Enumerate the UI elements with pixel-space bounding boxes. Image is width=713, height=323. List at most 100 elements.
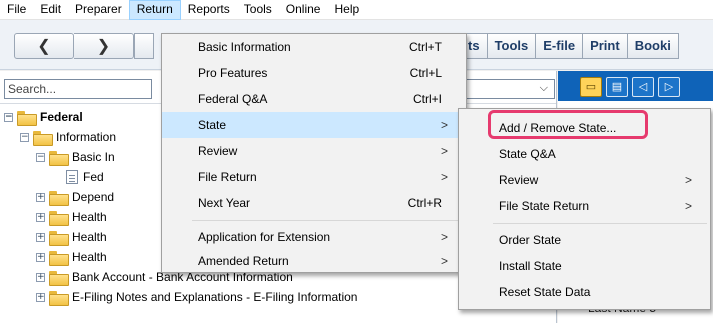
menu-item-state[interactable]: State > xyxy=(162,112,466,138)
menu-preparer[interactable]: Preparer xyxy=(68,0,129,20)
folder-icon xyxy=(49,190,69,206)
submenu-arrow-icon: > xyxy=(440,170,448,184)
tree-item-label: Health xyxy=(72,250,107,264)
folder-icon xyxy=(49,210,69,226)
expand-icon[interactable]: + xyxy=(36,192,45,202)
menu-item-label: Basic Information xyxy=(198,40,291,54)
tree-item-information[interactable]: − Information xyxy=(20,127,116,147)
next-button[interactable]: ▷ xyxy=(658,77,680,97)
page-view-button[interactable]: ▤ xyxy=(606,77,628,97)
menu-item-label: Review xyxy=(198,144,238,158)
toolbar-button-bookmarks[interactable]: Booki xyxy=(627,33,679,59)
menu-item-shortcut: Ctrl+T xyxy=(409,40,442,54)
expand-icon[interactable]: + xyxy=(36,292,45,302)
tree-item-label: Basic In xyxy=(72,150,115,164)
chevron-down-icon: ⌵ xyxy=(539,82,548,94)
forward-button[interactable]: ❯ xyxy=(74,33,134,59)
menu-separator xyxy=(192,220,462,221)
folder-icon xyxy=(33,130,53,146)
tree-item-label: Federal xyxy=(40,110,83,124)
folder-icon: ▭ xyxy=(585,81,597,93)
tree-item-health-2[interactable]: + Health xyxy=(36,227,107,247)
previous-button[interactable]: ◁ xyxy=(632,77,654,97)
tree-item-label: Health xyxy=(72,210,107,224)
callout-highlight xyxy=(488,110,648,139)
submenu-arrow-icon: > xyxy=(440,118,448,132)
menu-item-basic-information[interactable]: Basic Information Ctrl+T xyxy=(162,34,466,60)
menu-item-next-year[interactable]: Next Year Ctrl+R xyxy=(162,190,466,216)
menu-item-amended-return[interactable]: Amended Return > xyxy=(162,248,466,274)
tree-item-label: Depend xyxy=(72,190,115,204)
menu-item-shortcut: Ctrl+I xyxy=(412,92,442,106)
menu-item-shortcut: Ctrl+L xyxy=(409,66,442,80)
menu-online[interactable]: Online xyxy=(279,0,328,20)
folder-icon xyxy=(49,250,69,266)
collapse-icon[interactable]: − xyxy=(20,132,29,142)
menu-item-state-qa[interactable]: State Q&A xyxy=(459,141,710,167)
tree-item-efiling-notes[interactable]: + E-Filing Notes and Explanations - E-Fi… xyxy=(36,287,357,307)
expand-icon[interactable]: + xyxy=(36,272,45,282)
menu-item-file-state-return[interactable]: File State Return > xyxy=(459,193,710,219)
tree-item-fed-form[interactable]: Fed xyxy=(66,167,104,187)
menu-item-review[interactable]: Review > xyxy=(162,138,466,164)
menu-item-label: Next Year xyxy=(198,196,251,210)
tree-item-dependents[interactable]: + Depend xyxy=(36,187,114,207)
search-input[interactable]: Search... xyxy=(4,79,152,99)
menubar: File Edit Preparer Return Reports Tools … xyxy=(0,0,713,20)
menu-help[interactable]: Help xyxy=(327,0,366,20)
menu-edit[interactable]: Edit xyxy=(33,0,68,20)
expand-icon[interactable]: + xyxy=(36,232,45,242)
menu-return[interactable]: Return xyxy=(128,0,181,20)
menu-item-label: Application for Extension xyxy=(198,230,331,244)
tree-item-health-1[interactable]: + Health xyxy=(36,207,107,227)
collapse-icon[interactable]: − xyxy=(4,112,13,122)
toolbar-tabs: ts Tools E-file Print Booki xyxy=(460,33,679,59)
chevron-right-icon: ❯ xyxy=(96,38,111,55)
menu-file[interactable]: File xyxy=(0,0,33,20)
menu-item-state-review[interactable]: Review > xyxy=(459,167,710,193)
chevron-left-icon: ❮ xyxy=(37,38,51,55)
expand-icon[interactable]: + xyxy=(36,252,45,262)
menu-item-file-return[interactable]: File Return > xyxy=(162,164,466,190)
menu-item-label: Install State xyxy=(499,259,562,273)
menu-tools[interactable]: Tools xyxy=(237,0,279,20)
menu-item-label: Pro Features xyxy=(198,66,268,80)
tree-item-health-3[interactable]: + Health xyxy=(36,247,107,267)
menu-item-label: State xyxy=(198,118,227,132)
submenu-arrow-icon: > xyxy=(440,254,448,268)
menu-item-federal-qa[interactable]: Federal Q&A Ctrl+I xyxy=(162,86,466,112)
menu-item-label: Reset State Data xyxy=(499,285,591,299)
tree-item-basic-info[interactable]: − Basic In xyxy=(36,147,115,167)
nav-extra-button[interactable] xyxy=(134,33,154,59)
folder-icon xyxy=(49,270,69,286)
menu-item-application-for-extension[interactable]: Application for Extension > xyxy=(162,224,466,250)
menu-item-label: Federal Q&A xyxy=(198,92,268,106)
folder-view-button[interactable]: ▭ xyxy=(580,77,602,97)
menu-reports[interactable]: Reports xyxy=(181,0,237,20)
toolbar-button-efile[interactable]: E-file xyxy=(536,33,584,59)
menu-item-label: Amended Return xyxy=(198,254,289,268)
menu-item-label: File State Return xyxy=(499,199,590,213)
menu-item-order-state[interactable]: Order State xyxy=(459,227,710,253)
menu-item-pro-features[interactable]: Pro Features Ctrl+L xyxy=(162,60,466,86)
menu-item-reset-state-data[interactable]: Reset State Data xyxy=(459,279,710,305)
tree-item-label: E-Filing Notes and Explanations - E-Fili… xyxy=(72,290,358,304)
menu-separator xyxy=(493,223,707,224)
collapse-icon[interactable]: − xyxy=(36,152,45,162)
expand-icon[interactable]: + xyxy=(36,212,45,222)
tree-item-label: Health xyxy=(72,230,107,244)
menu-item-install-state[interactable]: Install State xyxy=(459,253,710,279)
tree-item-label: Fed xyxy=(83,170,104,184)
submenu-arrow-icon: > xyxy=(440,144,448,158)
document-icon xyxy=(66,170,78,184)
tree-item-federal[interactable]: − Federal xyxy=(4,107,83,127)
menu-item-label: File Return xyxy=(198,170,257,184)
back-button[interactable]: ❮ xyxy=(14,33,74,59)
menu-item-shortcut: Ctrl+R xyxy=(407,196,442,210)
toolbar-button-print[interactable]: Print xyxy=(583,33,628,59)
toolbar-button-tools[interactable]: Tools xyxy=(487,33,537,59)
tree-item-label: Information xyxy=(56,130,117,144)
folder-icon xyxy=(49,150,69,166)
submenu-arrow-icon: > xyxy=(684,199,692,213)
triangle-left-icon: ◁ xyxy=(638,81,648,93)
